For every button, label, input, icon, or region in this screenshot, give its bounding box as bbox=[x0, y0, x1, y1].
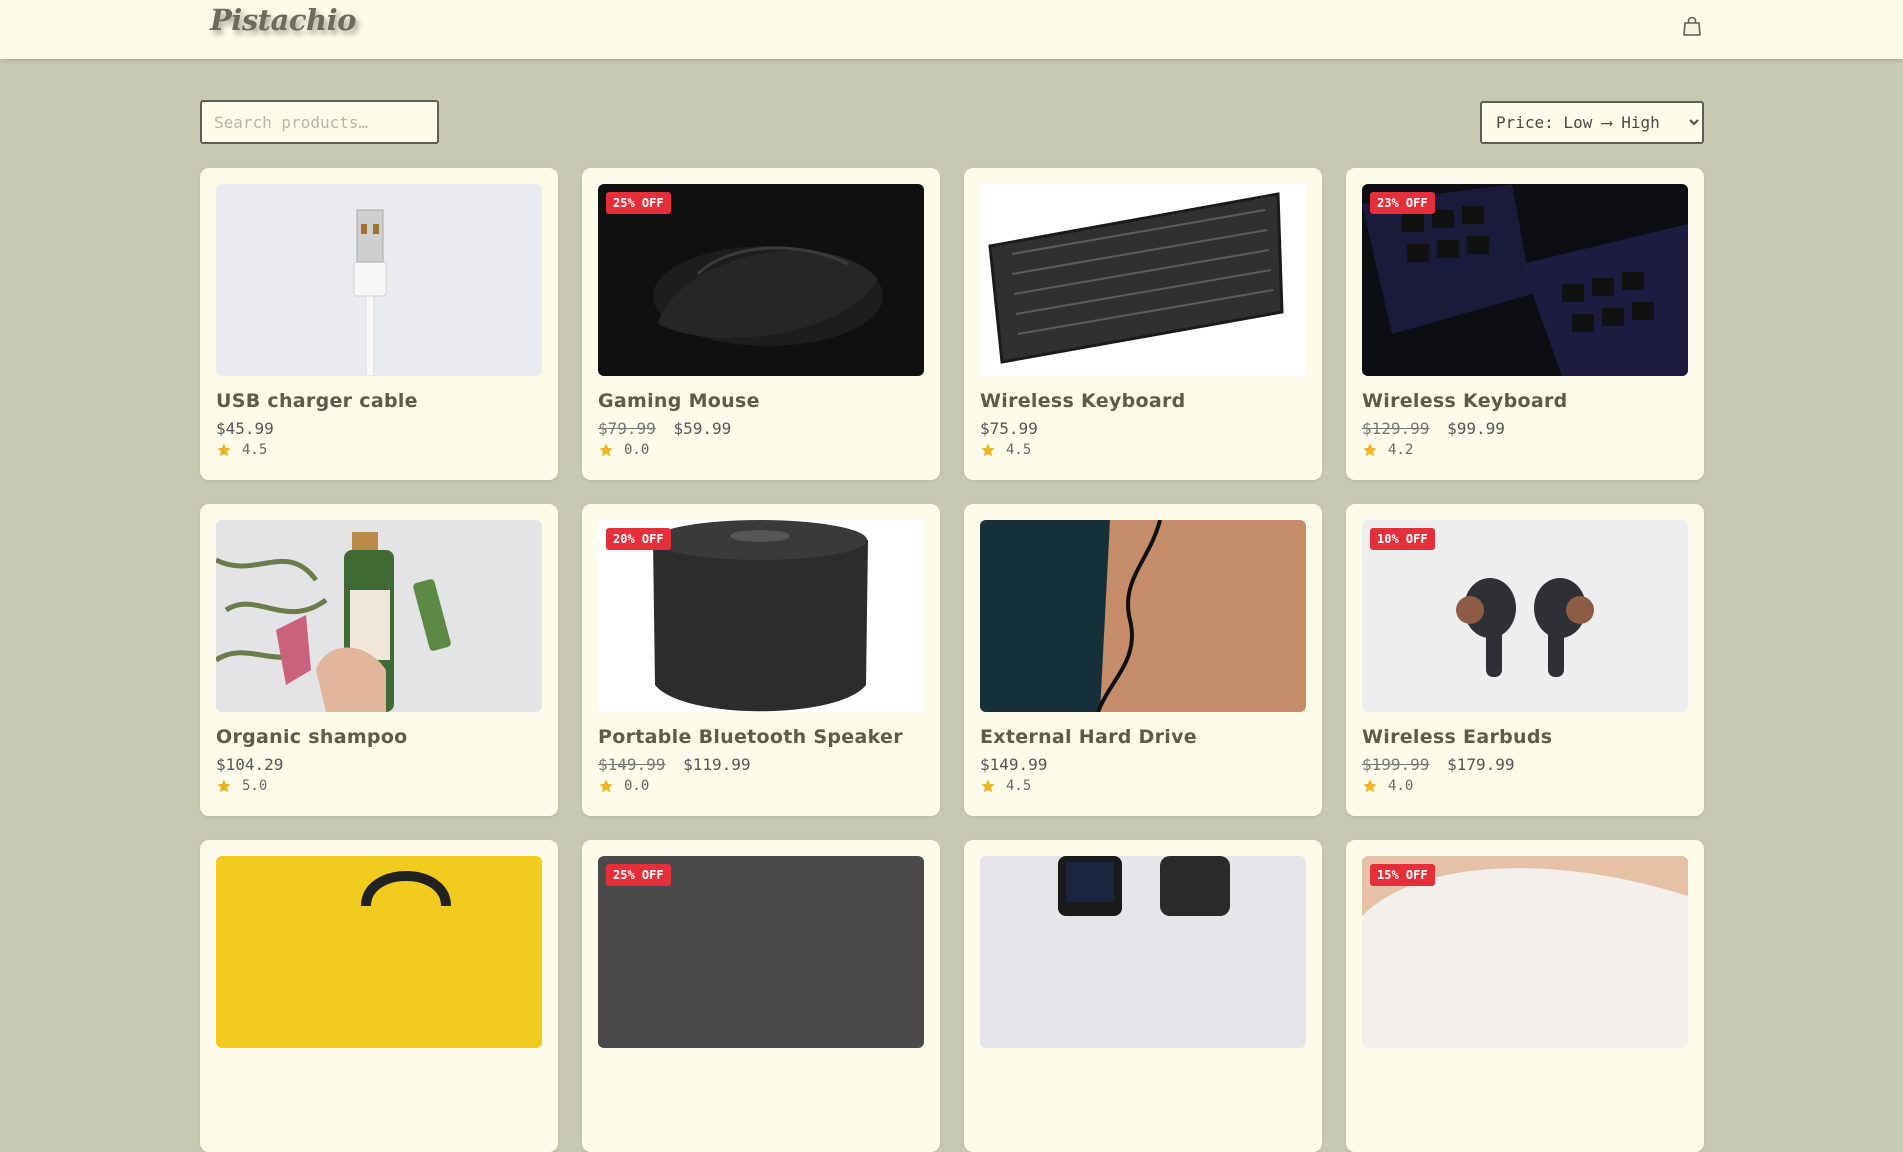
product-card[interactable]: Wireless Keyboard $75.99 4.5 bbox=[964, 168, 1322, 480]
current-price: $75.99 bbox=[980, 419, 1038, 438]
product-price-row: $129.99 $99.99 bbox=[1362, 419, 1688, 438]
product-card[interactable] bbox=[200, 840, 558, 1152]
product-rating: 4.5 bbox=[980, 778, 1306, 794]
rating-value: 4.2 bbox=[1388, 442, 1414, 458]
product-name: Portable Bluetooth Speaker bbox=[598, 726, 903, 748]
product-card[interactable]: 23% OFF Wireless Keyboard $129.99 $99.99… bbox=[1346, 168, 1704, 480]
shopping-bag-icon[interactable] bbox=[1681, 15, 1703, 37]
product-card[interactable]: 20% OFF Portable Bluetooth Speaker $149.… bbox=[582, 504, 940, 816]
product-name: Wireless Keyboard bbox=[980, 390, 1186, 412]
product-price-row: $149.99 $119.99 bbox=[598, 755, 924, 774]
current-price: $45.99 bbox=[216, 419, 274, 438]
product-name: Wireless Keyboard bbox=[1362, 390, 1568, 412]
product-card[interactable]: 15% OFF bbox=[1346, 840, 1704, 1152]
product-image bbox=[980, 856, 1306, 1048]
product-image: 25% OFF bbox=[598, 184, 924, 376]
star-icon bbox=[981, 443, 995, 457]
product-image: 25% OFF bbox=[598, 856, 924, 1048]
product-rating: 5.0 bbox=[216, 778, 542, 794]
product-card[interactable]: 25% OFF bbox=[582, 840, 940, 1152]
rating-value: 4.5 bbox=[1006, 442, 1032, 458]
star-icon bbox=[981, 779, 995, 793]
product-card[interactable]: USB charger cable $45.99 4.5 bbox=[200, 168, 558, 480]
rating-value: 5.0 bbox=[242, 778, 268, 794]
star-icon bbox=[599, 779, 613, 793]
product-name: Wireless Earbuds bbox=[1362, 726, 1553, 748]
site-header: Pistachio bbox=[0, 0, 1903, 59]
product-image bbox=[980, 520, 1306, 712]
product-card[interactable]: External Hard Drive $149.99 4.5 bbox=[964, 504, 1322, 816]
current-price: $179.99 bbox=[1447, 755, 1515, 774]
product-image bbox=[980, 184, 1306, 376]
product-image bbox=[216, 184, 542, 376]
site-logo[interactable]: Pistachio bbox=[210, 3, 356, 37]
current-price: $149.99 bbox=[980, 755, 1048, 774]
product-grid: USB charger cable $45.99 4.5 25% OFF Gam… bbox=[200, 168, 1704, 1152]
product-rating: 4.0 bbox=[1362, 778, 1688, 794]
original-price: $149.99 bbox=[598, 755, 666, 774]
discount-badge: 25% OFF bbox=[606, 864, 671, 886]
product-name: USB charger cable bbox=[216, 390, 418, 412]
rating-value: 4.5 bbox=[242, 442, 268, 458]
sort-select[interactable]: Price: Low ⟶ High bbox=[1480, 101, 1704, 144]
product-price-row: $199.99 $179.99 bbox=[1362, 755, 1688, 774]
rating-value: 0.0 bbox=[624, 442, 650, 458]
product-card[interactable]: 10% OFF Wireless Earbuds $199.99 $179.99… bbox=[1346, 504, 1704, 816]
current-price: $99.99 bbox=[1447, 419, 1505, 438]
star-icon bbox=[599, 443, 613, 457]
discount-badge: 20% OFF bbox=[606, 528, 671, 550]
search-input[interactable] bbox=[200, 100, 439, 144]
product-image: 10% OFF bbox=[1362, 520, 1688, 712]
original-price: $129.99 bbox=[1362, 419, 1430, 438]
product-image: 23% OFF bbox=[1362, 184, 1688, 376]
product-name: Organic shampoo bbox=[216, 726, 408, 748]
current-price: $59.99 bbox=[673, 419, 732, 438]
product-image: 20% OFF bbox=[598, 520, 924, 712]
product-rating: 0.0 bbox=[598, 778, 924, 794]
product-price-row: $104.29 bbox=[216, 755, 542, 774]
product-price-row: $75.99 bbox=[980, 419, 1306, 438]
rating-value: 4.5 bbox=[1006, 778, 1032, 794]
product-rating: 4.5 bbox=[980, 442, 1306, 458]
product-rating: 4.2 bbox=[1362, 442, 1688, 458]
original-price: $199.99 bbox=[1362, 755, 1430, 774]
star-icon bbox=[1363, 443, 1377, 457]
star-icon bbox=[217, 443, 231, 457]
product-price-row: $45.99 bbox=[216, 419, 542, 438]
rating-value: 0.0 bbox=[624, 778, 650, 794]
original-price: $79.99 bbox=[598, 419, 656, 438]
discount-badge: 10% OFF bbox=[1370, 528, 1435, 550]
product-name: Gaming Mouse bbox=[598, 390, 760, 412]
discount-badge: 15% OFF bbox=[1370, 864, 1435, 886]
product-card[interactable]: 25% OFF Gaming Mouse $79.99 $59.99 0.0 bbox=[582, 168, 940, 480]
product-rating: 0.0 bbox=[598, 442, 924, 458]
current-price: $119.99 bbox=[683, 755, 751, 774]
product-card[interactable] bbox=[964, 840, 1322, 1152]
product-price-row: $149.99 bbox=[980, 755, 1306, 774]
product-price-row: $79.99 $59.99 bbox=[598, 419, 924, 438]
product-name: External Hard Drive bbox=[980, 726, 1197, 748]
discount-badge: 25% OFF bbox=[606, 192, 671, 214]
current-price: $104.29 bbox=[216, 755, 284, 774]
discount-badge: 23% OFF bbox=[1370, 192, 1435, 214]
product-rating: 4.5 bbox=[216, 442, 542, 458]
product-image: 15% OFF bbox=[1362, 856, 1688, 1048]
product-image bbox=[216, 856, 542, 1048]
product-card[interactable]: Organic shampoo $104.29 5.0 bbox=[200, 504, 558, 816]
rating-value: 4.0 bbox=[1388, 778, 1414, 794]
star-icon bbox=[1363, 779, 1377, 793]
product-image bbox=[216, 520, 542, 712]
star-icon bbox=[217, 779, 231, 793]
